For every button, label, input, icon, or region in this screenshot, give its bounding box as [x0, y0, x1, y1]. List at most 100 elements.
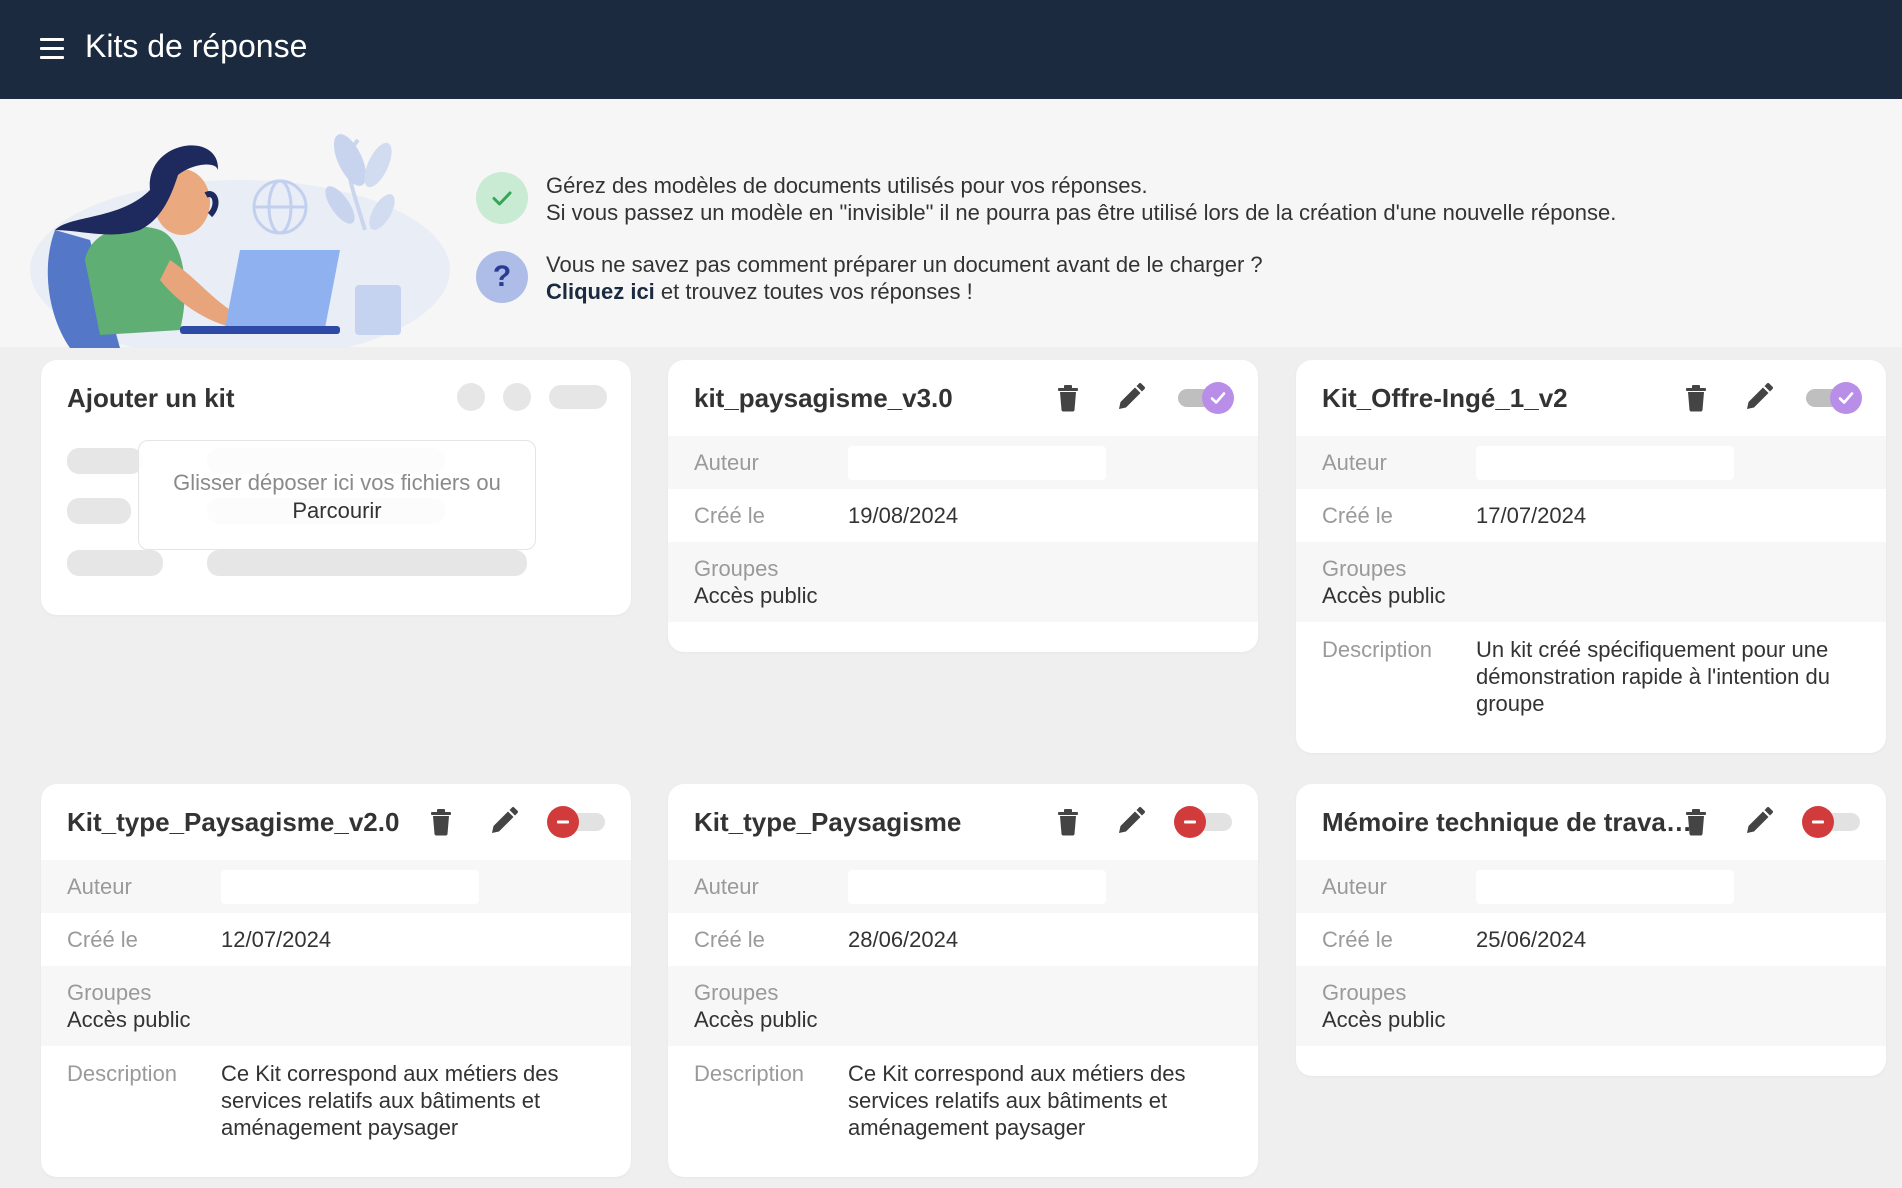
- author-label: Auteur: [694, 449, 759, 475]
- kit-actions: [1050, 804, 1234, 840]
- trash-icon[interactable]: [1678, 380, 1714, 416]
- visibility-toggle[interactable]: [1174, 380, 1234, 416]
- card-header: Kit_type_Paysagisme_v2.0: [41, 784, 631, 860]
- kit-card: Kit_Offre-Ingé_1_v2 Auteur Créé le 17/07/20…: [1296, 360, 1886, 753]
- created-value: 25/06/2024: [1476, 926, 1587, 952]
- created-label: Créé le: [67, 926, 138, 952]
- created-value: 28/06/2024: [848, 926, 959, 952]
- author-value: [848, 869, 1106, 904]
- hidden-minus-icon: [1174, 806, 1206, 838]
- pencil-icon[interactable]: [1740, 380, 1776, 416]
- trash-icon[interactable]: [1678, 804, 1714, 840]
- kit-card: Kit_type_Paysagisme Auteur Créé le 28/06/20…: [668, 784, 1258, 1177]
- author-value: [221, 869, 479, 904]
- kit-title: Mémoire technique de travau...: [1322, 806, 1702, 837]
- author-value: [1476, 869, 1734, 904]
- created-row: Créé le 19/08/2024: [668, 489, 1258, 542]
- visibility-toggle[interactable]: [1802, 380, 1862, 416]
- author-label: Auteur: [694, 873, 759, 899]
- groups-row: Groupes Accès public: [41, 966, 631, 1046]
- groups-value: Accès public: [67, 1007, 191, 1032]
- pencil-icon[interactable]: [485, 804, 521, 840]
- visible-check-icon: [1202, 382, 1234, 414]
- description-label: Description: [1322, 637, 1433, 662]
- trash-icon[interactable]: [423, 804, 459, 840]
- card-header: Kit_type_Paysagisme: [668, 784, 1258, 860]
- description-row: Description Ce Kit correspond aux métiers…: [41, 1046, 631, 1155]
- description-row: Description Un kit créé spécifiquement po…: [1296, 622, 1886, 731]
- created-value: 19/08/2024: [848, 502, 959, 528]
- groups-label: Groupes: [694, 556, 779, 581]
- author-value: [848, 445, 1106, 480]
- created-label: Créé le: [694, 502, 765, 528]
- hidden-minus-icon: [1802, 806, 1834, 838]
- file-dropzone[interactable]: Glisser déposer ici vos fichiers ou Parc…: [138, 440, 536, 550]
- created-row: Créé le 12/07/2024: [41, 913, 631, 966]
- groups-label: Groupes: [1322, 980, 1407, 1005]
- check-icon: [476, 172, 528, 224]
- author-row: Auteur: [1296, 860, 1886, 913]
- drop-hint: Glisser déposer ici vos fichiers ou: [173, 470, 501, 495]
- groups-label: Groupes: [1322, 556, 1407, 581]
- kit-title: Kit_type_Paysagisme_v2.0: [67, 806, 400, 837]
- card-header: Mémoire technique de travau...: [1296, 784, 1886, 860]
- created-row: Créé le 17/07/2024: [1296, 489, 1886, 542]
- visibility-toggle[interactable]: [1174, 804, 1234, 840]
- info-line-2: Si vous passez un modèle en "invisible" …: [546, 200, 1617, 225]
- author-label: Auteur: [1322, 449, 1387, 475]
- kit-actions: [1050, 380, 1234, 416]
- help-line-1: Vous ne savez pas comment préparer un do…: [546, 252, 1263, 277]
- app-bar: Kits de réponse: [0, 0, 1902, 99]
- created-row: Créé le 28/06/2024: [668, 913, 1258, 966]
- visibility-toggle[interactable]: [1802, 804, 1862, 840]
- groups-value: Accès public: [694, 1007, 818, 1032]
- author-row: Auteur: [668, 436, 1258, 489]
- info-help: ? Vous ne savez pas comment préparer un …: [476, 251, 1263, 305]
- card-header: Kit_Offre-Ingé_1_v2: [1296, 360, 1886, 436]
- created-value: 12/07/2024: [221, 926, 332, 952]
- trash-icon[interactable]: [1050, 380, 1086, 416]
- kit-title: kit_paysagisme_v3.0: [694, 382, 953, 413]
- pencil-icon[interactable]: [1740, 804, 1776, 840]
- description-label: Description: [694, 1061, 805, 1086]
- help-line-2: Cliquez ici et trouvez toutes vos répons…: [546, 278, 1263, 305]
- visible-check-icon: [1830, 382, 1862, 414]
- trash-icon[interactable]: [1050, 804, 1086, 840]
- kit-card: kit_paysagisme_v3.0 Auteur Créé le 19/08/20…: [668, 360, 1258, 652]
- groups-row: Groupes Accès public: [1296, 542, 1886, 622]
- author-row: Auteur: [668, 860, 1258, 913]
- description-value: Un kit créé spécifiquement pour une démo…: [1476, 637, 1830, 716]
- created-row: Créé le 25/06/2024: [1296, 913, 1886, 966]
- visibility-toggle[interactable]: [547, 804, 607, 840]
- author-row: Auteur: [41, 860, 631, 913]
- description-value: Ce Kit correspond aux métiers des servic…: [221, 1061, 559, 1140]
- groups-row: Groupes Accès public: [668, 966, 1258, 1046]
- hamburger-menu-icon[interactable]: [40, 38, 64, 59]
- kit-actions: [1678, 804, 1862, 840]
- browse-link[interactable]: Parcourir: [139, 497, 535, 525]
- add-kit-title: Ajouter un kit: [67, 382, 235, 413]
- help-link[interactable]: Cliquez ici: [546, 279, 655, 304]
- kit-actions: [1678, 380, 1862, 416]
- groups-row: Groupes Accès public: [1296, 966, 1886, 1046]
- info-line-1: Gérez des modèles de documents utilisés …: [546, 173, 1148, 198]
- author-value: [1476, 445, 1734, 480]
- created-label: Créé le: [1322, 926, 1393, 952]
- author-row: Auteur: [1296, 436, 1886, 489]
- kit-title: Kit_Offre-Ingé_1_v2: [1322, 382, 1568, 413]
- groups-label: Groupes: [694, 980, 779, 1005]
- kit-card: Kit_type_Paysagisme_v2.0 Auteur Créé le 12/…: [41, 784, 631, 1177]
- description-label: Description: [67, 1061, 178, 1086]
- groups-label: Groupes: [67, 980, 152, 1005]
- hidden-minus-icon: [547, 806, 579, 838]
- placeholder-actions: [457, 383, 607, 411]
- pencil-icon[interactable]: [1112, 804, 1148, 840]
- kit-actions: [423, 804, 607, 840]
- created-label: Créé le: [1322, 502, 1393, 528]
- kit-title: Kit_type_Paysagisme: [694, 806, 962, 837]
- pencil-icon[interactable]: [1112, 380, 1148, 416]
- help-line-rest: et trouvez toutes vos réponses !: [654, 279, 973, 304]
- card-header: Ajouter un kit: [41, 360, 631, 436]
- page-title: Kits de réponse: [85, 28, 308, 64]
- help-text: Vous ne savez pas comment préparer un do…: [546, 251, 1263, 305]
